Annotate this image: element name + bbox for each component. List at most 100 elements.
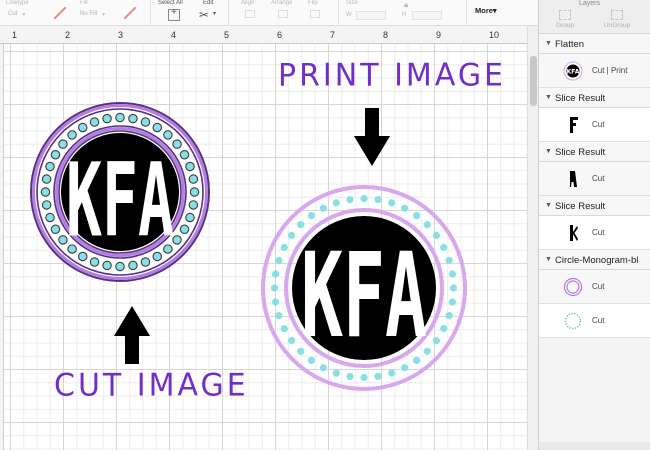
width-input[interactable] <box>356 11 386 20</box>
ring-dot <box>185 161 195 172</box>
print-image-label: PRINT IMAGE <box>278 57 507 94</box>
ring-dot <box>270 284 279 292</box>
ring-dot <box>280 325 288 333</box>
slice-a-thumbnail <box>570 171 577 187</box>
lock-icon[interactable]: 🔒︎ <box>404 0 408 10</box>
ring-dot <box>360 373 368 382</box>
ring-dot <box>89 117 100 127</box>
ring-dot <box>448 298 456 306</box>
ruler-number: 4 <box>171 30 177 40</box>
layer-name: Cut <box>592 120 605 129</box>
layer-group-name: Slice Result <box>555 93 606 104</box>
layer-name: Cut <box>592 174 605 183</box>
ring-dot <box>179 224 190 235</box>
layer-group-circle-monogram[interactable]: ▼ Circle-Monogram-bl <box>539 250 650 270</box>
fill-label: Fill <box>80 0 88 6</box>
slice-k-thumbnail <box>570 225 578 241</box>
ring-dot <box>50 149 61 160</box>
ruler-number: 10 <box>489 30 500 40</box>
ring-dot <box>360 194 368 203</box>
down-arrow-icon <box>354 108 390 166</box>
ring-dot <box>423 221 431 229</box>
flip-icon[interactable] <box>310 10 320 18</box>
ring-dot <box>115 112 125 123</box>
ruler-number: 2 <box>65 30 71 40</box>
layer-group-slice-result[interactable]: ▼ Slice Result <box>539 196 650 216</box>
layer-name: Cut <box>592 282 605 291</box>
fill-color-swatch[interactable] <box>123 6 137 20</box>
ring-dot <box>280 243 288 251</box>
group-button[interactable]: Group <box>545 10 585 29</box>
ring-dot <box>401 364 409 372</box>
ring-dot <box>140 117 151 127</box>
canvas-scrollbar[interactable] <box>527 26 538 450</box>
layer-row[interactable]: KFA Cut | Print <box>539 54 650 88</box>
ring-dot <box>432 231 441 239</box>
layers-tab[interactable]: Layers <box>579 0 600 7</box>
ring-dot <box>346 196 354 204</box>
scrollbar-thumb[interactable] <box>530 56 537 106</box>
fill-select[interactable]: No Fill <box>80 11 105 18</box>
toolbar-divider <box>150 0 151 26</box>
layer-group-name: Slice Result <box>555 201 606 212</box>
layers-panel-toolbar: Layers Group UnGroup <box>539 0 650 34</box>
caret-down-icon[interactable]: ▼ <box>545 256 552 263</box>
ring-dot <box>41 174 52 184</box>
scissors-icon[interactable]: ✂ <box>199 8 209 22</box>
align-icon[interactable] <box>245 10 255 18</box>
ring-dot <box>272 270 280 278</box>
ring-dot <box>188 200 199 210</box>
design-canvas[interactable]: KFA KFA PRINT IMAGE CUT IMAGE <box>4 44 527 450</box>
ruler-number: 9 <box>436 30 442 40</box>
linetype-select[interactable]: Cut <box>8 11 26 18</box>
ruler-number: 6 <box>277 30 283 40</box>
layer-row[interactable]: Cut <box>539 108 650 142</box>
caret-down-icon[interactable]: ▼ <box>545 94 552 101</box>
ring-dot <box>319 204 327 212</box>
ring-dot <box>297 221 305 229</box>
ring-dot <box>401 204 409 212</box>
ruler-number: 8 <box>383 30 389 40</box>
layer-group-flatten[interactable]: ▼ Flatten <box>539 34 650 54</box>
cut-image-monogram[interactable]: KFA <box>28 100 212 284</box>
layer-group-slice-result[interactable]: ▼ Slice Result <box>539 142 650 162</box>
ruler-number: 3 <box>118 30 124 40</box>
layer-row[interactable]: Cut <box>539 162 650 196</box>
horizontal-ruler: 1 2 3 4 5 6 7 8 9 10 <box>0 26 527 44</box>
ring-dot <box>449 284 458 292</box>
ring-dot <box>172 235 182 245</box>
layer-name: Cut <box>592 228 605 237</box>
caret-down-icon[interactable]: ▼ <box>545 148 552 155</box>
ring-dot <box>374 196 382 204</box>
ring-dot <box>189 187 200 197</box>
caret-down-icon[interactable]: ▼ <box>545 202 552 209</box>
ring-dot <box>77 122 88 133</box>
ring-dot <box>413 211 421 220</box>
ring-dot <box>128 113 138 124</box>
select-all-icon[interactable]: + <box>168 7 180 21</box>
toolbar-divider <box>228 0 229 26</box>
size-label: Size <box>346 0 358 6</box>
layer-row[interactable]: Cut <box>539 216 650 250</box>
height-input[interactable] <box>412 11 442 20</box>
layer-row[interactable]: Cut <box>539 270 650 304</box>
more-button[interactable]: More▾ <box>475 6 497 15</box>
layer-group-slice-result[interactable]: ▼ Slice Result <box>539 88 650 108</box>
cut-image-label: CUT IMAGE <box>54 367 249 404</box>
print-image-monogram[interactable]: KFA <box>260 184 468 392</box>
ring-dot <box>272 298 280 306</box>
ring-dot <box>287 231 296 239</box>
ungroup-button[interactable]: UnGroup <box>597 10 637 29</box>
arrange-icon[interactable] <box>278 10 288 18</box>
ring-dot <box>275 312 283 320</box>
caret-down-icon[interactable]: ▼ <box>545 40 552 47</box>
layer-row[interactable]: Cut <box>539 304 650 338</box>
ring-dot <box>440 243 448 251</box>
ring-dot <box>307 211 315 220</box>
slice-f-thumbnail <box>570 117 578 133</box>
linetype-color-swatch[interactable] <box>53 6 67 20</box>
layer-group-name: Flatten <box>555 39 585 50</box>
arrange-label: Arrange <box>271 0 293 6</box>
svg-text:KFA: KFA <box>567 69 580 76</box>
ring-dot <box>102 260 112 271</box>
